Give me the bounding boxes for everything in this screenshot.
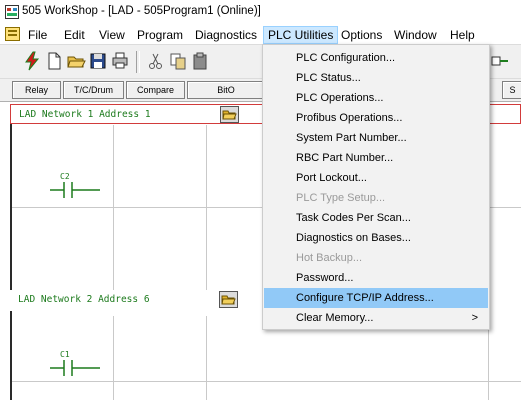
toolbar-ladder-icon[interactable] <box>490 51 510 71</box>
paste-icon[interactable] <box>190 51 210 71</box>
network-1-label: LAD Network 1 Address 1 <box>19 109 151 120</box>
network-folder-icon[interactable] <box>219 291 238 308</box>
menu-item-rbc-part-number[interactable]: RBC Part Number... <box>264 148 488 168</box>
menu-item-plc-status[interactable]: PLC Status... <box>264 68 488 88</box>
toolbar-separator <box>136 51 140 73</box>
menu-item-configure-tcp-ip-address[interactable]: Configure TCP/IP Address... <box>264 288 488 308</box>
tab-s[interactable]: S <box>502 81 521 99</box>
tab-bito[interactable]: BitO <box>187 81 265 99</box>
power-rail <box>10 124 12 294</box>
tab-compare[interactable]: Compare <box>126 81 185 99</box>
grid-line <box>10 381 521 382</box>
open-folder-icon[interactable] <box>66 51 86 71</box>
menu-view[interactable]: View <box>95 27 129 43</box>
menu-options[interactable]: Options <box>337 27 386 43</box>
plc-utilities-menu: PLC Configuration... PLC Status... PLC O… <box>262 44 490 330</box>
tab-tc-drum[interactable]: T/C/Drum <box>63 81 124 99</box>
menu-item-system-part-number[interactable]: System Part Number... <box>264 128 488 148</box>
window-title: 505 WorkShop - [LAD - 505Program1 (Onlin… <box>22 5 261 17</box>
menu-item-diagnostics-on-bases[interactable]: Diagnostics on Bases... <box>264 228 488 248</box>
cut-icon[interactable] <box>146 51 166 71</box>
menu-item-port-lockout[interactable]: Port Lockout... <box>264 168 488 188</box>
menu-diagnostics[interactable]: Diagnostics <box>191 27 261 43</box>
print-icon[interactable] <box>110 51 130 71</box>
grid-line <box>206 316 207 400</box>
new-document-icon[interactable] <box>44 51 64 71</box>
menu-item-plc-operations[interactable]: PLC Operations... <box>264 88 488 108</box>
contact-c2[interactable] <box>50 180 100 200</box>
title-bar: 505 WorkShop - [LAD - 505Program1 (Onlin… <box>0 0 521 24</box>
grid-line <box>113 316 114 400</box>
menu-item-clear-memory[interactable]: Clear Memory... > <box>264 308 488 328</box>
menu-window[interactable]: Window <box>390 27 441 43</box>
network-2-label: LAD Network 2 Address 6 <box>18 294 150 305</box>
lightning-icon[interactable] <box>22 51 42 71</box>
document-system-icon[interactable] <box>5 27 20 41</box>
grid-line <box>206 125 207 293</box>
app-icon <box>5 5 19 19</box>
contact-c1[interactable] <box>50 358 100 378</box>
menu-edit[interactable]: Edit <box>60 27 89 43</box>
network-folder-icon[interactable] <box>220 106 239 123</box>
menu-program[interactable]: Program <box>133 27 187 43</box>
menu-item-hot-backup: Hot Backup... <box>296 252 363 264</box>
menu-item-plc-configuration[interactable]: PLC Configuration... <box>264 48 488 68</box>
menu-file[interactable]: File <box>24 27 51 43</box>
save-icon[interactable] <box>88 51 108 71</box>
submenu-arrow-icon: > <box>471 312 478 324</box>
menu-bar: File Edit View Program Diagnostics PLC U… <box>0 24 521 44</box>
menu-item-plc-type-setup: PLC Type Setup... <box>296 192 386 204</box>
copy-icon[interactable] <box>168 51 188 71</box>
power-rail <box>10 311 12 400</box>
menu-item-password[interactable]: Password... <box>264 268 488 288</box>
menu-item-profibus-operations[interactable]: Profibus Operations... <box>264 108 488 128</box>
menu-help[interactable]: Help <box>446 27 479 43</box>
tab-relay[interactable]: Relay <box>12 81 61 99</box>
menu-item-task-codes-per-scan[interactable]: Task Codes Per Scan... <box>264 208 488 228</box>
grid-line <box>113 125 114 293</box>
menu-plc-utilities[interactable]: PLC Utilities <box>263 26 339 44</box>
